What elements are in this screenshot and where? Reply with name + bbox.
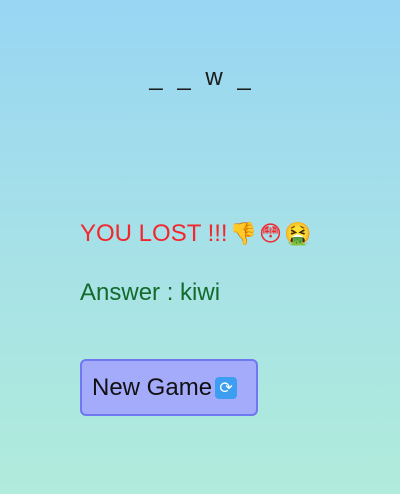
status-text: YOU LOST !!! (80, 220, 228, 247)
vomiting-face-icon: 🤮 (283, 222, 312, 247)
word-slot: w (205, 64, 223, 91)
game-status: YOU LOST !!!👎😳🤮 (80, 220, 311, 248)
refresh-icon: ⟳ (215, 376, 238, 399)
flushed-face-icon: 😳 (259, 222, 282, 247)
thumbs-down-icon: 👎 (229, 222, 258, 247)
new-game-button[interactable]: New Game ⟳ (80, 359, 258, 416)
word-slot: _ (237, 64, 251, 91)
answer-reveal: Answer : kiwi (80, 279, 221, 306)
word-slot: _ (149, 64, 163, 91)
new-game-label: New Game (92, 373, 213, 401)
word-slot: _ (177, 64, 191, 91)
hidden-word: _ _ w _ (0, 64, 400, 92)
